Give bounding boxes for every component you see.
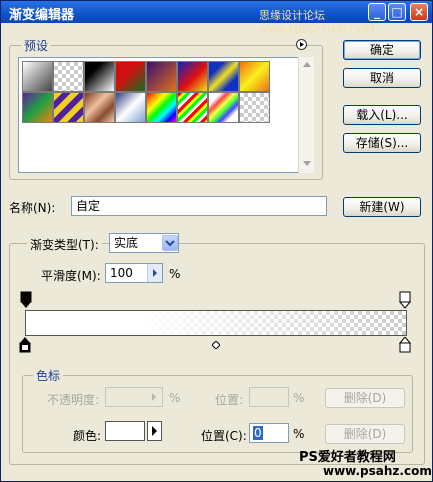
color-location-input[interactable]: 0 — [249, 423, 289, 443]
title-bar[interactable]: 渐变编辑器 思缘设计论坛 www.MISSYUAN.COM _ □ × — [1, 1, 432, 36]
dropdown-arrow-icon[interactable] — [162, 235, 178, 251]
color-delete-button[interactable]: 删除(D) — [325, 424, 405, 444]
color-label: 颜色: — [73, 429, 102, 443]
preset-swatch[interactable] — [208, 61, 239, 92]
smoothness-percent: % — [169, 267, 181, 281]
opacity-location-input[interactable] — [249, 387, 289, 407]
opacity-percent: % — [169, 391, 181, 405]
preset-swatch[interactable] — [239, 61, 270, 92]
opacity-arrow-icon[interactable] — [147, 388, 161, 409]
preset-swatch[interactable] — [146, 92, 177, 123]
opacity-delete-button[interactable]: 删除(D) — [325, 388, 405, 408]
stops-legend: 色标 — [33, 367, 64, 384]
close-button[interactable]: × — [410, 3, 428, 21]
name-label: 名称(N): — [9, 201, 56, 215]
new-button[interactable]: 新建(W) — [343, 197, 421, 217]
color-location-label: 位置(C): — [201, 429, 247, 443]
window-title: 渐变编辑器 — [9, 8, 75, 23]
opacity-location-label: 位置: — [215, 393, 244, 407]
preset-swatch[interactable] — [177, 61, 208, 92]
presets-scrollbar[interactable] — [298, 57, 314, 173]
preset-swatch[interactable] — [22, 61, 53, 92]
maximize-button[interactable]: □ — [388, 3, 406, 21]
preset-swatch[interactable] — [208, 92, 239, 123]
preset-swatch[interactable] — [22, 92, 53, 123]
load-button[interactable]: 载入(L)... — [343, 105, 421, 125]
smoothness-label: 平滑度(M): — [41, 269, 101, 283]
opacity-label: 不透明度: — [47, 393, 100, 407]
presets-menu-icon[interactable] — [296, 39, 307, 50]
color-stop-left-icon[interactable] — [19, 337, 31, 356]
gradient-editor-window: 渐变编辑器 思缘设计论坛 www.MISSYUAN.COM _ □ × 预设 确… — [0, 0, 433, 482]
watermark-line2: www.psahz.com — [323, 464, 432, 478]
save-button[interactable]: 存储(S)... — [343, 133, 421, 153]
color-swatch[interactable] — [105, 421, 145, 441]
ok-button[interactable]: 确定 — [343, 40, 421, 60]
preset-swatch[interactable] — [177, 92, 208, 123]
preset-swatch[interactable] — [84, 61, 115, 92]
gradient-type-label: 渐变类型(T): — [27, 236, 102, 253]
name-input[interactable]: 自定 — [71, 196, 327, 216]
preset-swatch[interactable] — [53, 61, 84, 92]
opacity-location-percent: % — [293, 391, 305, 405]
color-menu-arrow-icon[interactable] — [147, 421, 162, 441]
watermark-line1: PS爱好者教程网 — [299, 450, 396, 465]
opacity-stop-left-icon[interactable] — [20, 291, 32, 312]
gradient-type-value: 实底 — [114, 236, 139, 250]
preset-swatch[interactable] — [115, 92, 146, 123]
preset-swatch[interactable] — [146, 61, 177, 92]
preset-swatch[interactable] — [239, 92, 270, 123]
preset-swatch[interactable] — [53, 92, 84, 123]
gradient-preview-bar[interactable] — [25, 310, 407, 336]
preset-swatch[interactable] — [115, 61, 146, 92]
opacity-stop-right-icon[interactable] — [398, 291, 412, 312]
minimize-button[interactable]: _ — [368, 3, 386, 21]
color-location-value: 0 — [253, 426, 263, 440]
smoothness-arrow-icon[interactable] — [147, 264, 162, 282]
preset-swatches[interactable] — [18, 57, 314, 173]
midpoint-diamond-icon[interactable] — [211, 338, 221, 352]
scroll-down-icon[interactable] — [303, 161, 311, 166]
preset-swatch[interactable] — [84, 92, 115, 123]
color-stop-right-icon[interactable] — [398, 336, 412, 356]
watermark-top: 思缘设计论坛 www.MISSYUAN.COM — [259, 9, 376, 36]
color-location-percent: % — [293, 427, 305, 441]
presets-legend: 预设 — [21, 37, 52, 54]
cancel-button[interactable]: 取消 — [343, 68, 421, 88]
scroll-up-icon[interactable] — [303, 62, 311, 67]
